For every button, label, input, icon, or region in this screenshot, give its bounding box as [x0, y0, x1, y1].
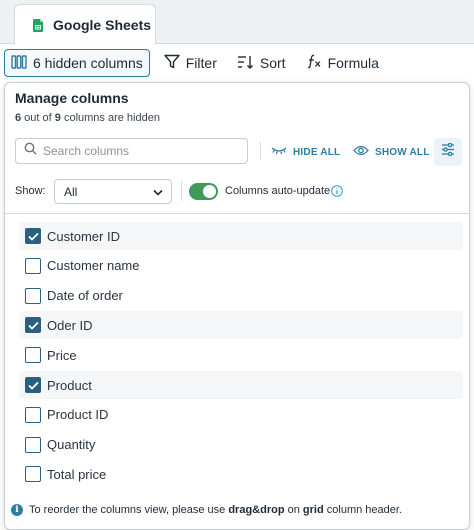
tab-google-sheets[interactable]: Google Sheets	[14, 4, 156, 45]
manage-columns-panel: Manage columns 6 out of 9 columns are hi…	[4, 82, 470, 530]
formula-label: Formula	[327, 55, 379, 71]
footer-text-pre: To reorder the columns view, please use	[29, 504, 229, 516]
column-item[interactable]: Total price	[19, 460, 463, 488]
divider	[181, 181, 182, 201]
columns-icon	[11, 54, 27, 72]
column-checkbox[interactable]	[25, 317, 41, 334]
column-item[interactable]: Price	[19, 341, 463, 369]
search-input[interactable]	[43, 144, 233, 158]
sort-icon	[237, 55, 254, 72]
footer-text-mid: on	[284, 504, 303, 516]
column-label: Customer name	[47, 258, 140, 274]
column-checkbox[interactable]	[25, 466, 41, 483]
summary-text-end: columns are hidden	[60, 112, 160, 124]
checkmark-icon	[27, 232, 39, 241]
column-checkbox[interactable]	[25, 347, 41, 364]
footer-hint: i To reorder the columns view, please us…	[11, 504, 402, 516]
hidden-count-summary: 6 out of 9 columns are hidden	[15, 112, 160, 124]
search-box	[15, 138, 248, 164]
column-label: Quantity	[47, 437, 96, 453]
auto-update-toggle[interactable]	[189, 183, 218, 200]
column-checkbox[interactable]	[25, 287, 41, 304]
column-label: Total price	[47, 466, 107, 482]
sort-button[interactable]: Sort	[231, 49, 292, 77]
filter-button[interactable]: Filter	[158, 49, 223, 77]
eye-closed-icon	[271, 146, 287, 158]
toolbar: 6 hidden columns Filter Sort Formula	[0, 44, 474, 82]
checkmark-icon	[27, 321, 39, 330]
info-icon: i	[11, 504, 23, 516]
column-item[interactable]: Product ID	[19, 401, 463, 429]
column-item[interactable]: Date of order	[19, 282, 463, 310]
footer-text-post: column header.	[323, 504, 402, 516]
sort-label: Sort	[259, 55, 286, 71]
eye-icon	[353, 145, 369, 159]
hidden-columns-label: 6 hidden columns	[33, 55, 143, 71]
filter-label: Filter	[185, 55, 217, 71]
summary-text: out of	[21, 112, 55, 124]
show-filter-label: Show:	[15, 185, 46, 197]
info-icon[interactable]	[331, 184, 343, 202]
show-filter-value: All	[64, 184, 78, 199]
column-item[interactable]: Customer name	[19, 252, 463, 280]
formula-icon	[306, 54, 322, 72]
column-checkbox[interactable]	[25, 436, 41, 453]
column-item[interactable]: Oder ID	[19, 311, 463, 340]
column-label: Oder ID	[47, 317, 93, 333]
sliders-icon	[441, 142, 455, 161]
column-label: Customer ID	[47, 228, 120, 244]
column-label: Product	[47, 377, 92, 393]
column-item[interactable]: Product	[19, 371, 463, 399]
divider	[260, 142, 261, 160]
footer-bold-dragdrop: drag&drop	[228, 504, 285, 516]
column-settings-button[interactable]	[434, 138, 462, 166]
column-checkbox[interactable]	[25, 377, 41, 393]
column-item[interactable]: Customer ID	[19, 222, 463, 250]
column-checkbox[interactable]	[25, 228, 41, 244]
section-divider	[5, 213, 469, 214]
column-label: Price	[47, 347, 77, 363]
column-checkbox[interactable]	[25, 257, 41, 274]
show-all-button[interactable]: SHOW ALL	[353, 145, 430, 159]
formula-button[interactable]: Formula	[300, 49, 385, 77]
footer-text: To reorder the columns view, please use …	[29, 504, 402, 516]
hide-all-label: HIDE ALL	[293, 146, 341, 158]
auto-update-label: Columns auto-update	[225, 185, 331, 197]
hide-all-button[interactable]: HIDE ALL	[271, 146, 340, 158]
column-label: Date of order	[47, 288, 123, 304]
hidden-columns-button[interactable]: 6 hidden columns	[4, 49, 150, 77]
tab-bar: Google Sheets	[0, 0, 474, 45]
column-item[interactable]: Quantity	[19, 431, 463, 459]
toggle-knob	[203, 185, 216, 198]
footer-bold-grid: grid	[302, 504, 324, 516]
checkmark-icon	[27, 381, 39, 390]
google-sheets-icon	[33, 18, 43, 32]
filter-icon	[164, 54, 180, 72]
tab-label: Google Sheets	[53, 17, 152, 33]
show-all-label: SHOW ALL	[375, 146, 430, 158]
show-filter-select[interactable]: All	[54, 179, 172, 204]
column-label: Product ID	[47, 407, 109, 423]
chevron-down-icon	[153, 185, 163, 199]
column-checkbox[interactable]	[25, 406, 41, 423]
panel-title: Manage columns	[15, 90, 129, 106]
search-icon	[24, 142, 37, 160]
